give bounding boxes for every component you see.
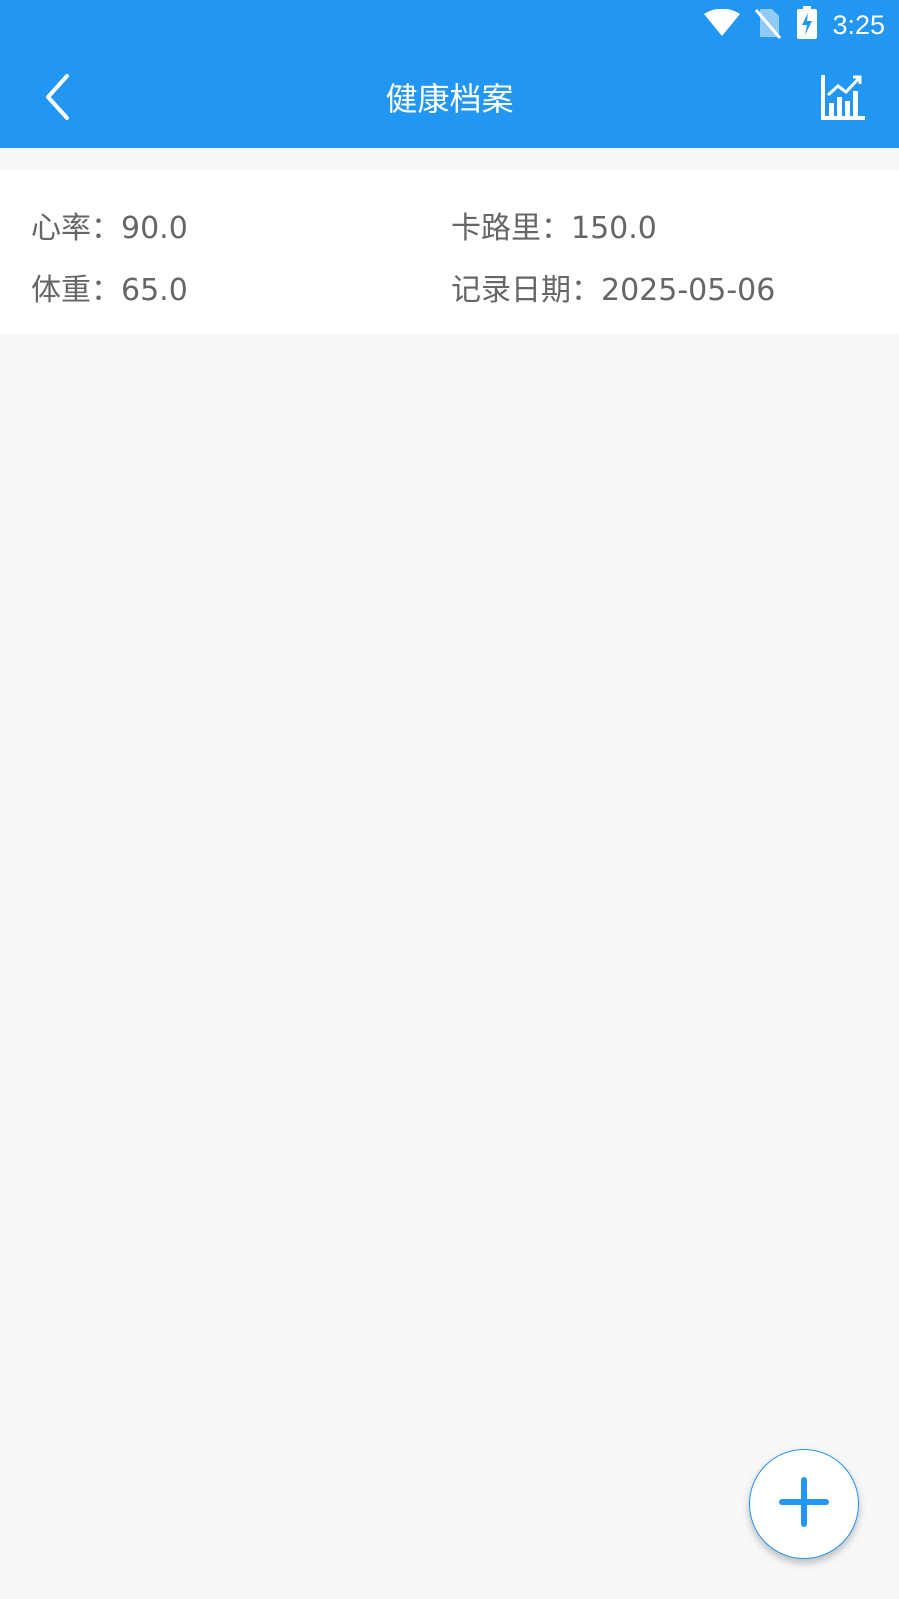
plus-icon bbox=[779, 1477, 829, 1531]
heart-rate-field: 心率：90.0 bbox=[31, 203, 188, 247]
back-button[interactable] bbox=[30, 70, 86, 128]
add-record-button[interactable] bbox=[749, 1449, 859, 1559]
chart-button[interactable] bbox=[814, 70, 872, 128]
calories-field: 卡路里：150.0 bbox=[451, 203, 657, 247]
status-time: 3:25 bbox=[832, 9, 885, 40]
health-record-card[interactable]: 心率：90.0 卡路里：150.0 体重：65.0 记录日期：2025-05-0… bbox=[0, 171, 899, 333]
chevron-left-icon bbox=[43, 73, 73, 125]
heart-rate-label: 心率： bbox=[31, 211, 121, 246]
record-date-field: 记录日期：2025-05-06 bbox=[451, 265, 775, 309]
heart-rate-value: 90.0 bbox=[121, 211, 188, 246]
status-bar: 3:25 bbox=[0, 0, 899, 50]
wifi-icon bbox=[704, 8, 741, 41]
calories-label: 卡路里： bbox=[451, 211, 571, 246]
weight-field: 体重：65.0 bbox=[31, 265, 188, 309]
app-bar: 健康档案 bbox=[0, 50, 899, 148]
weight-value: 65.0 bbox=[121, 273, 188, 308]
no-sim-icon bbox=[754, 7, 782, 43]
page-title: 健康档案 bbox=[385, 80, 514, 118]
status-icons: 3:25 bbox=[704, 6, 885, 44]
calories-value: 150.0 bbox=[571, 211, 657, 246]
record-date-label: 记录日期： bbox=[451, 273, 601, 308]
battery-charging-icon bbox=[796, 6, 818, 44]
weight-label: 体重： bbox=[31, 273, 121, 308]
record-date-value: 2025-05-06 bbox=[601, 273, 776, 308]
chart-icon bbox=[820, 73, 866, 125]
